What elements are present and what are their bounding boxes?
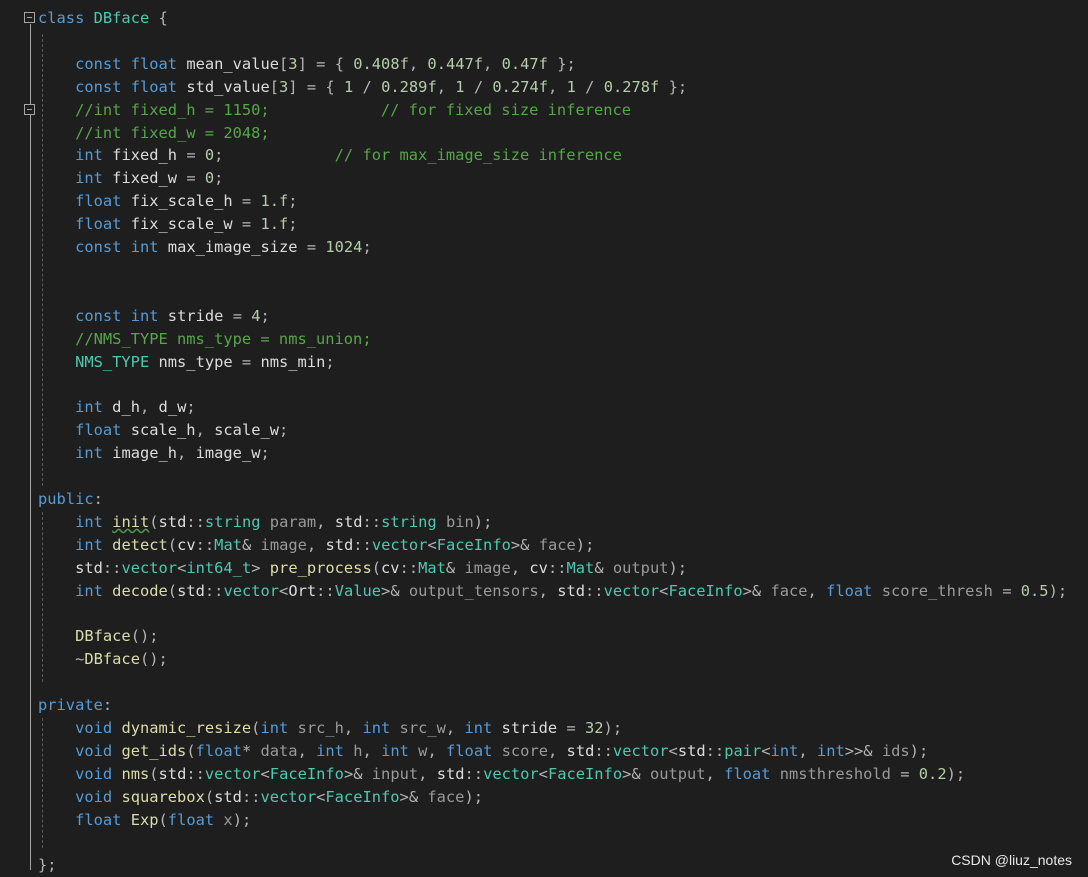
- code-line[interactable]: ~DBface();: [38, 648, 168, 670]
- code-line[interactable]: void nms(std::vector<FaceInfo>& input, s…: [38, 763, 965, 785]
- code-line[interactable]: int detect(cv::Mat& image, std::vector<F…: [38, 534, 594, 556]
- code-line[interactable]: float Exp(float x);: [38, 809, 251, 831]
- code-line[interactable]: void dynamic_resize(int src_h, int src_w…: [38, 717, 622, 739]
- code-line[interactable]: const int max_image_size = 1024;: [38, 236, 372, 258]
- code-line[interactable]: float fix_scale_h = 1.f;: [38, 190, 298, 212]
- code-line[interactable]: int image_h, image_w;: [38, 442, 270, 464]
- fold-gutter-rail: [30, 24, 31, 870]
- code-editor[interactable]: class DBface { const float mean_value[3]…: [0, 0, 1088, 877]
- code-line[interactable]: int decode(std::vector<Ort::Value>& outp…: [38, 580, 1067, 602]
- watermark: CSDN @liuz_notes: [951, 852, 1072, 868]
- code-line[interactable]: void squarebox(std::vector<FaceInfo>& fa…: [38, 786, 483, 808]
- code-line[interactable]: NMS_TYPE nms_type = nms_min;: [38, 351, 335, 373]
- comment-fold-icon[interactable]: [24, 104, 35, 115]
- code-line[interactable]: //NMS_TYPE nms_type = nms_union;: [38, 328, 372, 350]
- code-line[interactable]: class DBface {: [38, 7, 168, 29]
- code-line[interactable]: int init(std::string param, std::string …: [38, 511, 492, 533]
- code-line[interactable]: void get_ids(float* data, int h, int w, …: [38, 740, 928, 762]
- code-line[interactable]: const float std_value[3] = { 1 / 0.289f,…: [38, 76, 687, 98]
- code-line[interactable]: int fixed_w = 0;: [38, 167, 223, 189]
- code-line[interactable]: const float mean_value[3] = { 0.408f, 0.…: [38, 53, 576, 75]
- code-line[interactable]: int fixed_h = 0; // for max_image_size i…: [38, 144, 622, 166]
- class-fold-icon[interactable]: [24, 12, 35, 23]
- code-line[interactable]: DBface();: [38, 625, 158, 647]
- code-line[interactable]: float scale_h, scale_w;: [38, 419, 288, 441]
- code-line[interactable]: int d_h, d_w;: [38, 396, 196, 418]
- code-line[interactable]: const int stride = 4;: [38, 305, 270, 327]
- code-line[interactable]: public:: [38, 488, 103, 510]
- code-line[interactable]: //int fixed_w = 2048;: [38, 122, 270, 144]
- code-line[interactable]: //int fixed_h = 1150; // for fixed size …: [38, 99, 631, 121]
- code-line[interactable]: private:: [38, 694, 112, 716]
- code-line[interactable]: };: [38, 854, 57, 876]
- code-line[interactable]: float fix_scale_w = 1.f;: [38, 213, 298, 235]
- code-line[interactable]: std::vector<int64_t> pre_process(cv::Mat…: [38, 557, 687, 579]
